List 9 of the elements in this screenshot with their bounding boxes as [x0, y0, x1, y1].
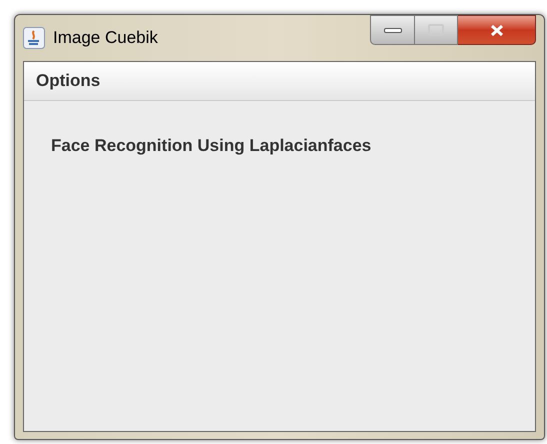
window-title: Image Cuebik [53, 27, 158, 49]
heading-label: Face Recognition Using Laplacianfaces [51, 136, 372, 155]
menu-item[interactable]: Options [34, 68, 102, 94]
close-icon [490, 24, 504, 36]
minimize-button[interactable] [370, 15, 415, 45]
app-icon [23, 26, 45, 49]
minimize-icon [384, 28, 402, 32]
close-button[interactable] [458, 15, 536, 45]
maximize-button[interactable] [415, 15, 458, 45]
